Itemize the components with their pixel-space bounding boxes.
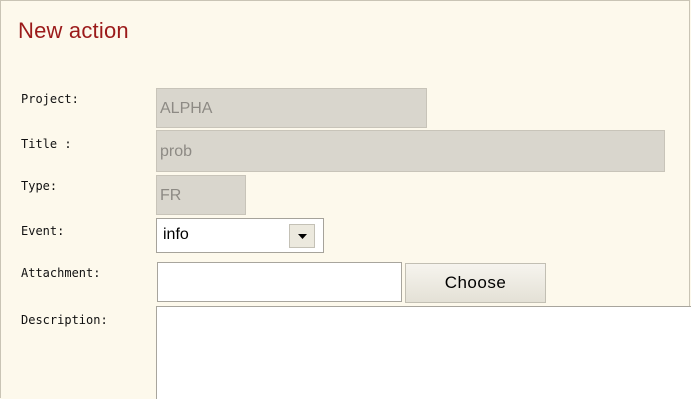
type-label: Type:: [21, 179, 58, 193]
type-field: FR: [156, 175, 246, 215]
event-select[interactable]: info: [156, 218, 324, 253]
chevron-down-icon: [298, 234, 307, 239]
page-title: New action: [18, 18, 129, 43]
project-field: ALPHA: [156, 88, 427, 128]
attachment-input[interactable]: [157, 262, 402, 302]
description-label: Description:: [21, 313, 108, 327]
project-label: Project:: [21, 92, 79, 106]
description-textarea[interactable]: [156, 306, 691, 399]
title-label: Title :: [21, 137, 72, 151]
attachment-label: Attachment:: [21, 266, 101, 280]
choose-file-button[interactable]: Choose: [405, 263, 546, 303]
title-field: prob: [156, 130, 665, 172]
event-dropdown-button[interactable]: [289, 224, 315, 248]
event-select-value: info: [163, 226, 189, 243]
event-label: Event:: [21, 224, 65, 238]
